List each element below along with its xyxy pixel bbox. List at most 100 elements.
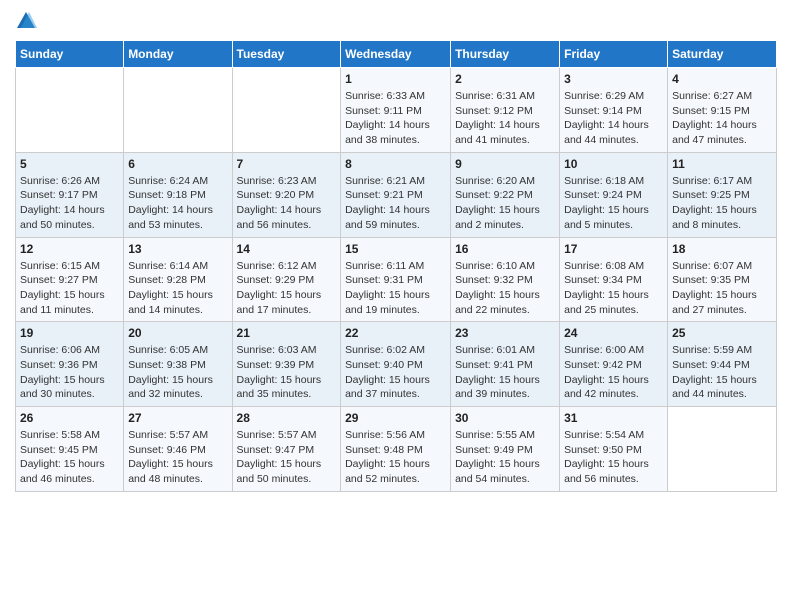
- day-number: 25: [672, 326, 772, 340]
- day-number: 10: [564, 157, 663, 171]
- day-info: Sunrise: 6:11 AMSunset: 9:31 PMDaylight:…: [345, 259, 446, 318]
- calendar-day-cell: 26 Sunrise: 5:58 AMSunset: 9:45 PMDayligh…: [16, 407, 124, 492]
- day-number: 22: [345, 326, 446, 340]
- day-number: 14: [237, 242, 337, 256]
- page-header: [15, 10, 777, 32]
- calendar-day-cell: 14Sunrise: 6:12 AMSunset: 9:29 PMDayligh…: [232, 237, 341, 322]
- calendar-day-cell: 1 Sunrise: 6:33 AMSunset: 9:11 PMDaylight…: [341, 68, 451, 153]
- calendar-table: SundayMondayTuesdayWednesdayThursdayFrid…: [15, 40, 777, 492]
- calendar-day-cell: 25 Sunrise: 5:59 AMSunset: 9:44 PMDayligh…: [668, 322, 777, 407]
- calendar-day-cell: 29 Sunrise: 5:56 AMSunset: 9:48 PMDayligh…: [341, 407, 451, 492]
- day-info: Sunrise: 6:23 AMSunset: 9:20 PMDaylight:…: [237, 174, 337, 233]
- day-number: 1: [345, 72, 446, 86]
- calendar-week-row: 1 Sunrise: 6:33 AMSunset: 9:11 PMDaylight…: [16, 68, 777, 153]
- calendar-week-row: 5 Sunrise: 6:26 AMSunset: 9:17 PMDaylight…: [16, 152, 777, 237]
- day-info: Sunrise: 6:06 AMSunset: 9:36 PMDaylight:…: [20, 343, 119, 402]
- calendar-day-cell: 30 Sunrise: 5:55 AMSunset: 9:49 PMDayligh…: [451, 407, 560, 492]
- day-info: Sunrise: 6:03 AMSunset: 9:39 PMDaylight:…: [237, 343, 337, 402]
- calendar-day-cell: 24 Sunrise: 6:00 AMSunset: 9:42 PMDayligh…: [560, 322, 668, 407]
- day-info: Sunrise: 6:02 AMSunset: 9:40 PMDaylight:…: [345, 343, 446, 402]
- calendar-day-cell: 5 Sunrise: 6:26 AMSunset: 9:17 PMDaylight…: [16, 152, 124, 237]
- day-number: 7: [237, 157, 337, 171]
- day-number: 27: [128, 411, 227, 425]
- day-info: Sunrise: 6:07 AMSunset: 9:35 PMDaylight:…: [672, 259, 772, 318]
- weekday-header-cell: Tuesday: [232, 41, 341, 68]
- weekday-header-cell: Saturday: [668, 41, 777, 68]
- calendar-day-cell: 23 Sunrise: 6:01 AMSunset: 9:41 PMDayligh…: [451, 322, 560, 407]
- day-number: 29: [345, 411, 446, 425]
- calendar-day-cell: 2 Sunrise: 6:31 AMSunset: 9:12 PMDaylight…: [451, 68, 560, 153]
- day-info: Sunrise: 6:27 AMSunset: 9:15 PMDaylight:…: [672, 89, 772, 148]
- day-number: 6: [128, 157, 227, 171]
- day-info: Sunrise: 5:55 AMSunset: 9:49 PMDaylight:…: [455, 428, 555, 487]
- day-number: 11: [672, 157, 772, 171]
- weekday-header-cell: Thursday: [451, 41, 560, 68]
- calendar-day-cell: 16Sunrise: 6:10 AMSunset: 9:32 PMDayligh…: [451, 237, 560, 322]
- calendar-day-cell: 3 Sunrise: 6:29 AMSunset: 9:14 PMDaylight…: [560, 68, 668, 153]
- calendar-day-cell: 10 Sunrise: 6:18 AMSunset: 9:24 PMDayligh…: [560, 152, 668, 237]
- day-info: Sunrise: 6:26 AMSunset: 9:17 PMDaylight:…: [20, 174, 119, 233]
- calendar-day-cell: 7 Sunrise: 6:23 AMSunset: 9:20 PMDaylight…: [232, 152, 341, 237]
- calendar-week-row: 19 Sunrise: 6:06 AMSunset: 9:36 PMDayligh…: [16, 322, 777, 407]
- day-number: 19: [20, 326, 119, 340]
- day-number: 20: [128, 326, 227, 340]
- weekday-header-cell: Wednesday: [341, 41, 451, 68]
- day-number: 21: [237, 326, 337, 340]
- day-number: 2: [455, 72, 555, 86]
- day-number: 16: [455, 242, 555, 256]
- day-number: 31: [564, 411, 663, 425]
- calendar-day-cell: 11 Sunrise: 6:17 AMSunset: 9:25 PMDayligh…: [668, 152, 777, 237]
- day-info: Sunrise: 6:18 AMSunset: 9:24 PMDaylight:…: [564, 174, 663, 233]
- day-info: Sunrise: 6:00 AMSunset: 9:42 PMDaylight:…: [564, 343, 663, 402]
- day-info: Sunrise: 6:14 AMSunset: 9:28 PMDaylight:…: [128, 259, 227, 318]
- calendar-day-cell: [668, 407, 777, 492]
- day-number: 30: [455, 411, 555, 425]
- calendar-day-cell: 17Sunrise: 6:08 AMSunset: 9:34 PMDayligh…: [560, 237, 668, 322]
- calendar-day-cell: 31 Sunrise: 5:54 AMSunset: 9:50 PMDayligh…: [560, 407, 668, 492]
- day-info: Sunrise: 6:08 AMSunset: 9:34 PMDaylight:…: [564, 259, 663, 318]
- calendar-day-cell: 19 Sunrise: 6:06 AMSunset: 9:36 PMDayligh…: [16, 322, 124, 407]
- day-info: Sunrise: 6:17 AMSunset: 9:25 PMDaylight:…: [672, 174, 772, 233]
- calendar-day-cell: 15 Sunrise: 6:11 AMSunset: 9:31 PMDayligh…: [341, 237, 451, 322]
- day-info: Sunrise: 6:31 AMSunset: 9:12 PMDaylight:…: [455, 89, 555, 148]
- day-number: 15: [345, 242, 446, 256]
- calendar-day-cell: 8 Sunrise: 6:21 AMSunset: 9:21 PMDaylight…: [341, 152, 451, 237]
- day-info: Sunrise: 6:05 AMSunset: 9:38 PMDaylight:…: [128, 343, 227, 402]
- day-info: Sunrise: 6:29 AMSunset: 9:14 PMDaylight:…: [564, 89, 663, 148]
- calendar-day-cell: 21 Sunrise: 6:03 AMSunset: 9:39 PMDayligh…: [232, 322, 341, 407]
- day-number: 3: [564, 72, 663, 86]
- day-number: 26: [20, 411, 119, 425]
- calendar-week-row: 26 Sunrise: 5:58 AMSunset: 9:45 PMDayligh…: [16, 407, 777, 492]
- calendar-day-cell: [124, 68, 232, 153]
- day-info: Sunrise: 5:58 AMSunset: 9:45 PMDaylight:…: [20, 428, 119, 487]
- calendar-day-cell: 12 Sunrise: 6:15 AMSunset: 9:27 PMDayligh…: [16, 237, 124, 322]
- calendar-body: 1 Sunrise: 6:33 AMSunset: 9:11 PMDaylight…: [16, 68, 777, 492]
- day-info: Sunrise: 6:21 AMSunset: 9:21 PMDaylight:…: [345, 174, 446, 233]
- day-info: Sunrise: 6:01 AMSunset: 9:41 PMDaylight:…: [455, 343, 555, 402]
- day-number: 24: [564, 326, 663, 340]
- day-number: 4: [672, 72, 772, 86]
- calendar-day-cell: 18Sunrise: 6:07 AMSunset: 9:35 PMDayligh…: [668, 237, 777, 322]
- day-info: Sunrise: 6:24 AMSunset: 9:18 PMDaylight:…: [128, 174, 227, 233]
- day-info: Sunrise: 6:20 AMSunset: 9:22 PMDaylight:…: [455, 174, 555, 233]
- calendar-day-cell: [232, 68, 341, 153]
- day-number: 5: [20, 157, 119, 171]
- weekday-header-cell: Sunday: [16, 41, 124, 68]
- day-number: 8: [345, 157, 446, 171]
- day-info: Sunrise: 6:15 AMSunset: 9:27 PMDaylight:…: [20, 259, 119, 318]
- day-number: 23: [455, 326, 555, 340]
- day-number: 28: [237, 411, 337, 425]
- weekday-header-row: SundayMondayTuesdayWednesdayThursdayFrid…: [16, 41, 777, 68]
- day-info: Sunrise: 5:59 AMSunset: 9:44 PMDaylight:…: [672, 343, 772, 402]
- weekday-header-cell: Monday: [124, 41, 232, 68]
- day-info: Sunrise: 5:56 AMSunset: 9:48 PMDaylight:…: [345, 428, 446, 487]
- calendar-week-row: 12 Sunrise: 6:15 AMSunset: 9:27 PMDayligh…: [16, 237, 777, 322]
- logo: [15, 10, 41, 32]
- day-number: 13: [128, 242, 227, 256]
- calendar-day-cell: 6 Sunrise: 6:24 AMSunset: 9:18 PMDaylight…: [124, 152, 232, 237]
- calendar-day-cell: 22 Sunrise: 6:02 AMSunset: 9:40 PMDayligh…: [341, 322, 451, 407]
- day-number: 12: [20, 242, 119, 256]
- day-info: Sunrise: 5:57 AMSunset: 9:47 PMDaylight:…: [237, 428, 337, 487]
- day-info: Sunrise: 6:33 AMSunset: 9:11 PMDaylight:…: [345, 89, 446, 148]
- day-info: Sunrise: 5:54 AMSunset: 9:50 PMDaylight:…: [564, 428, 663, 487]
